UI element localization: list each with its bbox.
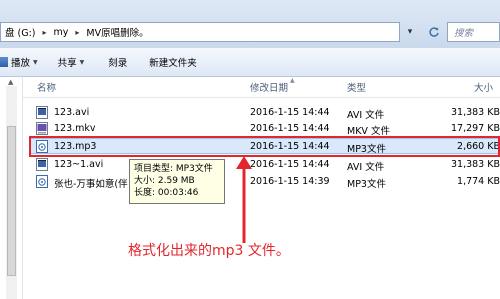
mp3-audio-icon <box>36 175 48 188</box>
file-date: 2016-1-15 14:44 <box>250 123 330 134</box>
navigation-scrollbar[interactable] <box>6 86 17 299</box>
file-date: 2016-1-15 14:39 <box>250 176 330 187</box>
chevron-right-icon[interactable]: ▸ <box>40 28 50 37</box>
burn-button[interactable]: 刻录 <box>108 55 141 69</box>
column-header-size[interactable]: 大小 <box>474 80 493 94</box>
search-input[interactable]: 搜索 <box>447 22 500 42</box>
burn-button-label: 刻录 <box>108 58 128 69</box>
avi-video-icon <box>36 158 48 171</box>
file-type: AVI 文件 <box>347 110 385 121</box>
column-header-date[interactable]: 修改日期 <box>250 80 288 94</box>
history-dropdown-icon[interactable]: ▾ <box>400 22 420 42</box>
share-button-label: 共享 <box>57 58 77 69</box>
play-button[interactable]: 播放 ▼ <box>0 55 52 69</box>
chevron-down-icon: ▼ <box>33 58 38 66</box>
mkv-video-icon <box>36 122 48 135</box>
file-info-tooltip: 项目类型: MP3文件 大小: 2.59 MB 长度: 00:03:46 <box>129 159 225 204</box>
file-name: 123~1.avi <box>54 159 104 170</box>
column-header-name[interactable]: 名称 <box>37 80 56 94</box>
file-size: 1,774 KB <box>457 176 500 187</box>
toolbar-edge-icon <box>0 57 8 67</box>
column-header-row: 名称 修改日期 类型 大小 <box>23 77 500 98</box>
file-row[interactable]: 123~1.avi 2016-1-15 14:44 AVI 文件 31,383 … <box>30 157 500 173</box>
file-date: 2016-1-15 14:44 <box>250 107 330 118</box>
file-type: MP3文件 <box>347 179 386 190</box>
avi-video-icon <box>36 106 48 119</box>
chevron-right-icon[interactable]: ▸ <box>72 28 82 37</box>
play-button-label: 播放 <box>11 58 31 69</box>
address-bar-region: 盘 (G:) ▸ my ▸ MV原唱删除。 ▾ 搜索 <box>0 0 500 49</box>
column-header-type[interactable]: 类型 <box>347 80 366 94</box>
command-toolbar: 播放 ▼ 共享 ▼ 刻录 新建文件夹 <box>0 48 500 77</box>
file-name: 123.avi <box>54 107 90 118</box>
scroll-up-icon[interactable]: ▲ <box>8 78 13 86</box>
tooltip-type: 项目类型: MP3文件 <box>134 164 213 174</box>
breadcrumb-folder-current[interactable]: MV原唱删除。 <box>82 25 152 39</box>
sort-up-icon: ▲ <box>290 77 295 84</box>
annotation-text: 格式化出来的mp3 文件。 <box>128 243 290 259</box>
share-button[interactable]: 共享 ▼ <box>58 55 99 69</box>
annotation-arrow-icon <box>236 156 252 243</box>
new-folder-button[interactable]: 新建文件夹 <box>149 55 211 69</box>
file-size: 31,383 KB <box>450 159 500 170</box>
tooltip-size: 大小: 2.59 MB <box>134 176 195 186</box>
file-row[interactable]: 123.mkv 2016-1-15 14:44 MKV 文件 17,297 KB <box>30 121 500 137</box>
file-name: 123.mkv <box>54 123 96 134</box>
tooltip-length: 长度: 00:03:46 <box>134 188 199 198</box>
file-date: 2016-1-15 14:44 <box>250 159 330 170</box>
file-type: MKV 文件 <box>347 126 390 137</box>
file-name: 张也-万事如意(伴 <box>54 179 128 190</box>
file-size: 17,297 KB <box>450 123 500 134</box>
file-row[interactable]: 123.avi 2016-1-15 14:44 AVI 文件 31,383 KB <box>30 105 500 121</box>
highlight-box <box>29 136 500 157</box>
file-type: AVI 文件 <box>347 162 385 173</box>
file-size: 31,383 KB <box>450 107 500 118</box>
file-row[interactable]: 张也-万事如意(伴 2016-1-15 14:39 MP3文件 1,774 KB <box>30 174 500 190</box>
refresh-icon[interactable] <box>424 22 444 42</box>
breadcrumb-folder-my[interactable]: my <box>50 27 73 38</box>
breadcrumb-drive[interactable]: 盘 (G:) <box>1 25 40 39</box>
scrollbar-thumb[interactable] <box>7 126 16 276</box>
new-folder-button-label: 新建文件夹 <box>149 58 197 69</box>
breadcrumb[interactable]: 盘 (G:) ▸ my ▸ MV原唱删除。 <box>0 22 400 42</box>
chevron-down-icon: ▼ <box>79 58 85 66</box>
